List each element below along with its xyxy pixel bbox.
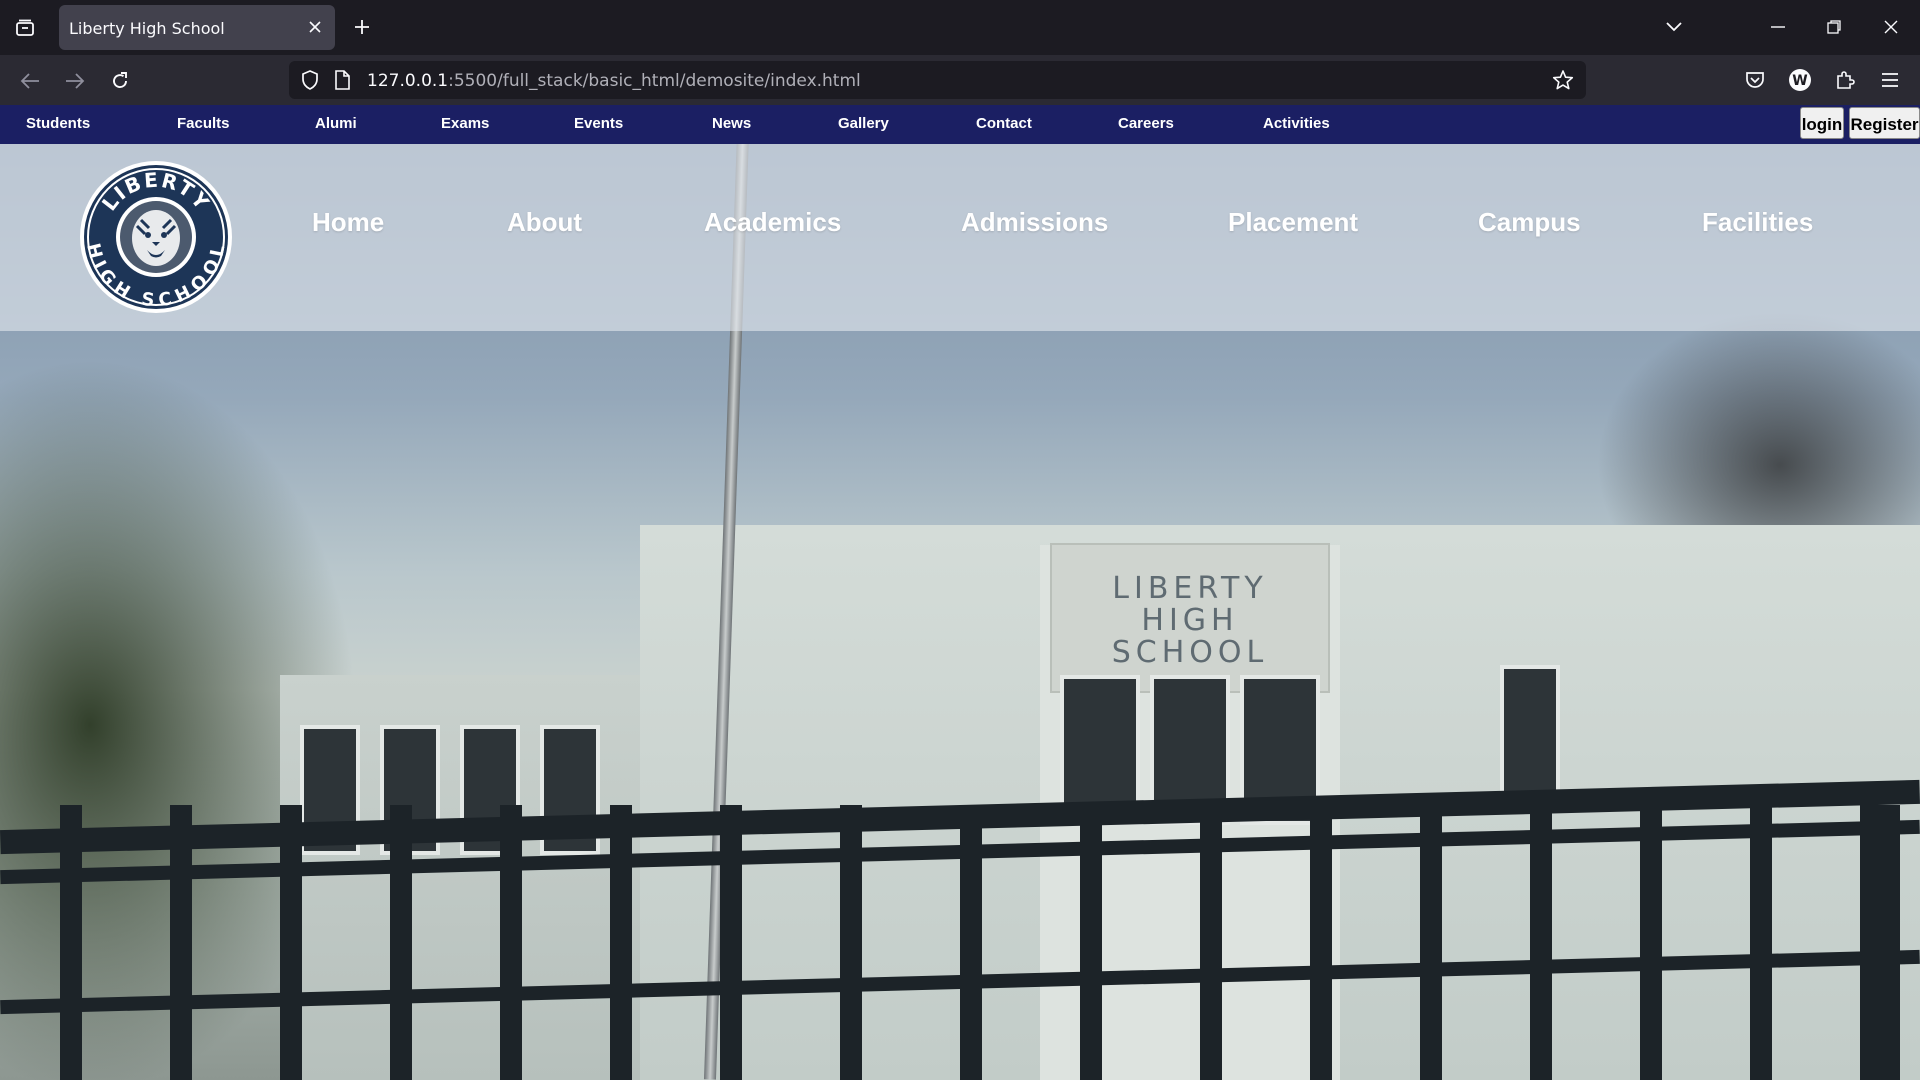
fence-bar (1080, 805, 1102, 1080)
top-nav-activities[interactable]: Activities (1263, 115, 1330, 132)
school-logo[interactable]: LIBERTY HIGH SCHOOL (79, 160, 233, 314)
building-sign-text: LIBERTY HIGH SCHOOL (1111, 571, 1269, 670)
tab-list-icon[interactable] (10, 14, 40, 42)
fence-bar (280, 805, 302, 1080)
building-sign: LIBERTY HIGH SCHOOL (1050, 543, 1330, 693)
url-path: :5500/full_stack/basic_html/demosite/ind… (448, 71, 861, 91)
fence-bar (610, 805, 632, 1080)
fence-bar (1310, 805, 1332, 1080)
minimize-icon[interactable] (1760, 12, 1796, 42)
url-bar[interactable]: 127.0.0.1:5500/full_stack/basic_html/dem… (289, 61, 1586, 99)
building-window (1500, 665, 1560, 805)
extensions-puzzle-icon[interactable] (1830, 65, 1860, 95)
fence-bar (720, 805, 742, 1080)
fence-bar (1420, 805, 1442, 1080)
fence-post (1860, 805, 1900, 1080)
browser-tab-active[interactable]: Liberty High School (59, 5, 335, 50)
svg-text:W: W (1792, 73, 1807, 89)
fence-bar (1640, 805, 1662, 1080)
fence-bar (1200, 805, 1222, 1080)
top-nav-careers[interactable]: Careers (1118, 115, 1174, 132)
page-icon[interactable] (331, 69, 353, 91)
fence-bar (1530, 805, 1552, 1080)
main-nav-campus[interactable]: Campus (1478, 207, 1581, 238)
browser-navbar: 127.0.0.1:5500/full_stack/basic_html/dem… (0, 55, 1920, 105)
fence-bar (1750, 805, 1772, 1080)
top-nav-alumi[interactable]: Alumi (315, 115, 357, 132)
url-text: 127.0.0.1:5500/full_stack/basic_html/dem… (367, 71, 861, 91)
top-nav-news[interactable]: News (712, 115, 751, 132)
main-nav-admissions[interactable]: Admissions (961, 207, 1108, 238)
pocket-icon[interactable] (1740, 65, 1770, 95)
top-nav-contact[interactable]: Contact (976, 115, 1032, 132)
main-nav-academics[interactable]: Academics (704, 207, 841, 238)
top-nav-exams[interactable]: Exams (441, 115, 489, 132)
list-all-tabs-icon[interactable] (1656, 12, 1692, 42)
fence-bar (960, 805, 982, 1080)
tab-close-icon[interactable] (303, 15, 327, 39)
fence-bar (500, 805, 522, 1080)
fence-bar (390, 805, 412, 1080)
top-nav-gallery[interactable]: Gallery (838, 115, 889, 132)
bookmark-star-icon[interactable] (1552, 69, 1574, 91)
main-nav-placement[interactable]: Placement (1228, 207, 1358, 238)
restore-icon[interactable] (1816, 12, 1852, 42)
fence-bar (840, 805, 862, 1080)
register-button[interactable]: Register (1849, 107, 1920, 139)
top-nav-events[interactable]: Events (574, 115, 623, 132)
new-tab-icon[interactable] (349, 14, 375, 40)
fence-bar (170, 805, 192, 1080)
tab-title: Liberty High School (69, 19, 225, 38)
back-icon[interactable] (14, 65, 46, 97)
url-host: 127.0.0.1 (367, 71, 449, 91)
forward-icon[interactable] (59, 65, 91, 97)
close-window-icon[interactable] (1873, 12, 1909, 42)
fence-bar (60, 805, 82, 1080)
login-button[interactable]: login (1800, 107, 1844, 139)
webpage: LIBERTY HIGH SCHOOL Students Facults Alu… (0, 105, 1920, 1080)
main-nav-facilities[interactable]: Facilities (1702, 207, 1813, 238)
app-menu-icon[interactable] (1875, 65, 1905, 95)
top-nav-students[interactable]: Students (26, 115, 90, 132)
main-nav-about[interactable]: About (507, 207, 582, 238)
extension-w-icon[interactable]: W (1785, 65, 1815, 95)
top-nav-bar: Students Facults Alumi Exams Events News… (0, 105, 1920, 144)
reload-icon[interactable] (104, 65, 136, 97)
site-header (0, 144, 1920, 331)
main-nav-home[interactable]: Home (312, 207, 384, 238)
browser-tabbar: Liberty High School (0, 0, 1920, 55)
top-nav-facults[interactable]: Facults (177, 115, 230, 132)
shield-icon[interactable] (299, 69, 321, 91)
